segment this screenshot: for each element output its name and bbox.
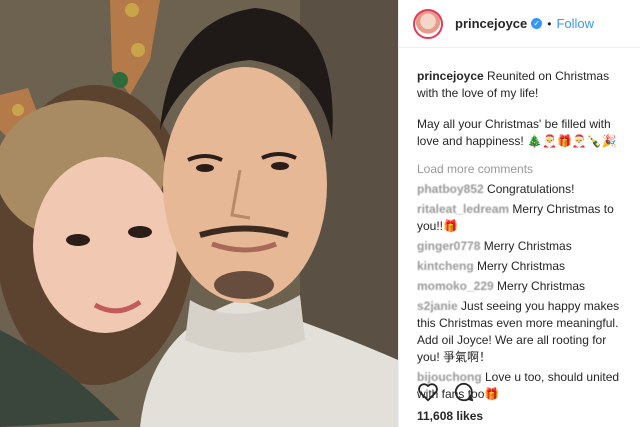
comment-username[interactable]: ritaleat_ledream bbox=[417, 202, 509, 216]
comment-list: princejoyce Reunited on Christmas with t… bbox=[399, 48, 640, 403]
comment-username[interactable]: phatboy852 bbox=[417, 182, 484, 196]
follow-button[interactable]: Follow bbox=[556, 16, 594, 31]
comment-item: momoko_229 Merry Christmas bbox=[417, 278, 630, 295]
load-more-comments-link[interactable]: Load more comments bbox=[417, 161, 630, 178]
comment-icon[interactable] bbox=[453, 381, 475, 403]
post-photo[interactable] bbox=[0, 0, 398, 427]
comment-text: Merry Christmas bbox=[497, 279, 586, 293]
header-username[interactable]: princejoyce bbox=[455, 16, 527, 31]
selfie-photo bbox=[0, 0, 398, 427]
comment-item: phatboy852 Congratulations! bbox=[417, 181, 630, 198]
comment-username[interactable]: momoko_229 bbox=[417, 279, 494, 293]
comment-username[interactable]: ginger0778 bbox=[417, 239, 480, 253]
caption: princejoyce Reunited on Christmas with t… bbox=[417, 68, 630, 150]
comment-text: Merry Christmas bbox=[477, 259, 566, 273]
likes-count[interactable]: 11,608 likes bbox=[417, 409, 483, 423]
comment-item: ritaleat_ledream Merry Christmas to you!… bbox=[417, 201, 630, 235]
verified-badge-icon: ✓ bbox=[531, 18, 543, 29]
post-header: princejoyce ✓ • Follow bbox=[399, 0, 640, 48]
post-sidebar: princejoyce ✓ • Follow princejoyce Reuni… bbox=[398, 0, 640, 427]
comment-username[interactable]: s2janie bbox=[417, 299, 458, 313]
comment-username[interactable]: kintcheng bbox=[417, 259, 474, 273]
comment-item: kintcheng Merry Christmas bbox=[417, 258, 630, 275]
comment-item: ginger0778 Merry Christmas bbox=[417, 238, 630, 255]
caption-username[interactable]: princejoyce bbox=[417, 69, 484, 83]
separator-dot: • bbox=[547, 16, 552, 31]
comment-text: Congratulations! bbox=[487, 182, 575, 196]
caption-text-line2: May all your Christmas' be filled with l… bbox=[417, 117, 617, 148]
action-bar bbox=[417, 381, 475, 403]
comment-text: Merry Christmas bbox=[483, 239, 572, 253]
heart-icon[interactable] bbox=[417, 381, 439, 403]
avatar[interactable] bbox=[413, 8, 443, 39]
comment-item: s2janie Just seeing you happy makes this… bbox=[417, 298, 630, 366]
